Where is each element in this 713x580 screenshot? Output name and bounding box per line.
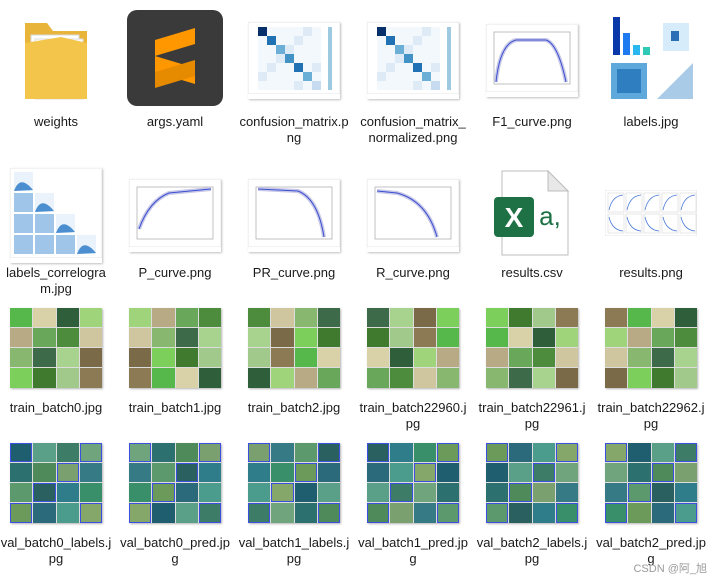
file-item[interactable]: Xa, results.csv (476, 165, 588, 305)
image-thumbnail (238, 10, 350, 110)
file-item[interactable]: val_batch2_labels.jpg (476, 435, 588, 570)
file-name: args.yaml (146, 114, 204, 129)
file-item[interactable]: train_batch22962.jpg (595, 300, 707, 435)
file-item[interactable]: args.yaml (119, 9, 231, 150)
file-name: val_batch0_labels.jpg (0, 535, 112, 566)
image-thumbnail (0, 435, 112, 530)
file-item[interactable]: train_batch0.jpg (0, 300, 112, 435)
file-item[interactable]: confusion_matrix.png (238, 10, 350, 150)
image-thumbnail (357, 435, 469, 530)
file-name: train_batch0.jpg (9, 400, 103, 415)
file-item[interactable]: PR_curve.png (238, 165, 350, 305)
image-thumbnail (595, 300, 707, 395)
image-thumbnail (238, 435, 350, 530)
image-thumbnail (238, 300, 350, 395)
file-name: PR_curve.png (252, 265, 336, 280)
file-name: val_batch0_pred.jpg (120, 535, 230, 566)
file-name: val_batch1_pred.jpg (358, 535, 468, 566)
file-name: results.csv (501, 265, 563, 280)
file-item[interactable]: val_batch1_labels.jpg (238, 435, 350, 570)
image-thumbnail (0, 165, 112, 265)
file-item[interactable]: train_batch22960.jpg (357, 300, 469, 435)
file-name: val_batch1_labels.jpg (238, 535, 350, 566)
image-thumbnail (595, 165, 707, 265)
file-item[interactable]: val_batch1_pred.jpg (357, 435, 469, 570)
svg-text:X: X (505, 202, 524, 233)
image-thumbnail (238, 165, 350, 265)
sublime-text-file-icon (119, 9, 231, 110)
image-thumbnail (119, 300, 231, 395)
file-name: labels.jpg (623, 114, 679, 129)
image-thumbnail (595, 10, 707, 110)
image-thumbnail (476, 300, 588, 395)
file-item[interactable]: results.png (595, 165, 707, 305)
file-grid: weights args.yaml confusion_matrix.png conf… (0, 0, 713, 580)
image-thumbnail (595, 435, 707, 530)
file-item[interactable]: labels_correlogram.jpg (0, 165, 112, 305)
file-item[interactable]: val_batch0_labels.jpg (0, 435, 112, 570)
file-item[interactable]: F1_curve.png (476, 10, 588, 150)
file-name: R_curve.png (376, 265, 450, 280)
file-name: train_batch22962.jpg (597, 400, 705, 431)
image-thumbnail (357, 300, 469, 395)
excel-file-icon: Xa, (476, 165, 588, 265)
file-item[interactable]: confusion_matrix_normalized.png (357, 10, 469, 150)
file-item[interactable]: val_batch2_pred.jpg (595, 435, 707, 570)
file-name: weights (33, 114, 79, 129)
watermark: CSDN @阿_旭 (633, 563, 707, 575)
file-item[interactable]: weights (0, 10, 112, 150)
file-name: F1_curve.png (492, 114, 572, 129)
image-thumbnail (357, 10, 469, 110)
file-name: results.png (619, 265, 683, 280)
file-name: confusion_matrix_normalized.png (360, 114, 466, 145)
image-thumbnail (119, 435, 231, 530)
file-name: train_batch2.jpg (247, 400, 341, 415)
file-item[interactable]: R_curve.png (357, 165, 469, 305)
image-thumbnail (119, 165, 231, 265)
file-name: train_batch1.jpg (128, 400, 222, 415)
file-name: val_batch2_labels.jpg (476, 535, 588, 566)
image-thumbnail (476, 435, 588, 530)
file-item[interactable]: train_batch2.jpg (238, 300, 350, 435)
file-name: P_curve.png (138, 265, 212, 280)
image-thumbnail (0, 300, 112, 395)
file-item[interactable]: train_batch1.jpg (119, 300, 231, 435)
image-thumbnail (357, 165, 469, 265)
file-name: confusion_matrix.png (239, 114, 349, 145)
file-item[interactable]: labels.jpg (595, 10, 707, 150)
image-thumbnail (476, 10, 588, 110)
file-item[interactable]: val_batch0_pred.jpg (119, 435, 231, 570)
file-name: train_batch22960.jpg (359, 400, 467, 431)
svg-text:a,: a, (539, 201, 561, 231)
file-name: labels_correlogram.jpg (6, 265, 106, 296)
folder-icon (0, 10, 112, 110)
file-item[interactable]: train_batch22961.jpg (476, 300, 588, 435)
file-item[interactable]: P_curve.png (119, 165, 231, 305)
file-name: train_batch22961.jpg (478, 400, 586, 431)
